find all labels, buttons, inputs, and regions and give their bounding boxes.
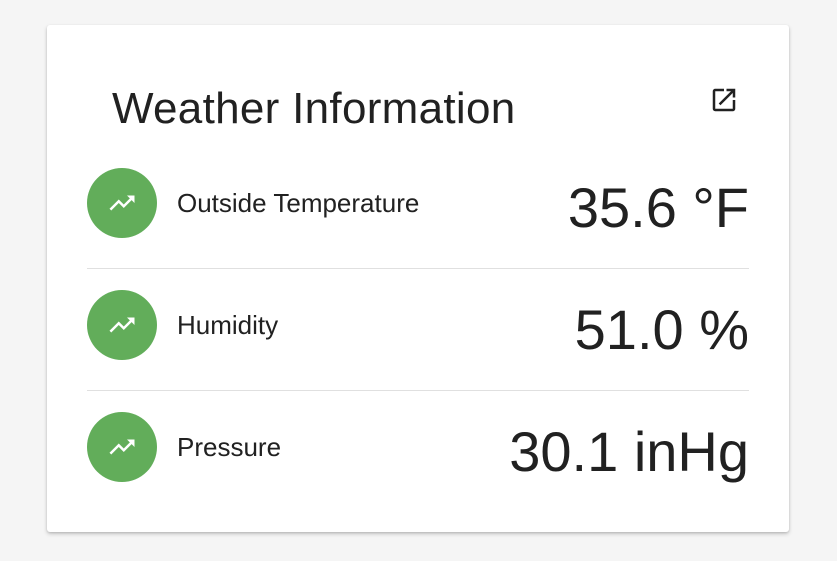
card-title: Weather Information [112,84,516,133]
row-label: Outside Temperature [177,188,420,218]
entity-row-outside-temperature[interactable]: Outside Temperature 35.6 °F [87,155,749,269]
trending-up-icon [87,168,157,238]
row-label: Humidity [177,310,279,340]
entity-row-pressure[interactable]: Pressure 30.1 inHg [87,391,749,513]
row-value: 30.1 inHg [509,420,749,483]
row-label: Pressure [177,432,282,462]
trending-up-icon [87,290,157,360]
weather-card: Weather Information Outside Temperature … [47,25,789,532]
trending-up-icon [87,412,157,482]
entity-rows: Outside Temperature 35.6 °F Humidity 51.… [87,155,749,513]
open-in-new-icon[interactable] [709,85,739,115]
entity-row-humidity[interactable]: Humidity 51.0 % [87,269,749,391]
row-value: 35.6 °F [567,176,749,239]
row-value: 51.0 % [574,298,749,361]
